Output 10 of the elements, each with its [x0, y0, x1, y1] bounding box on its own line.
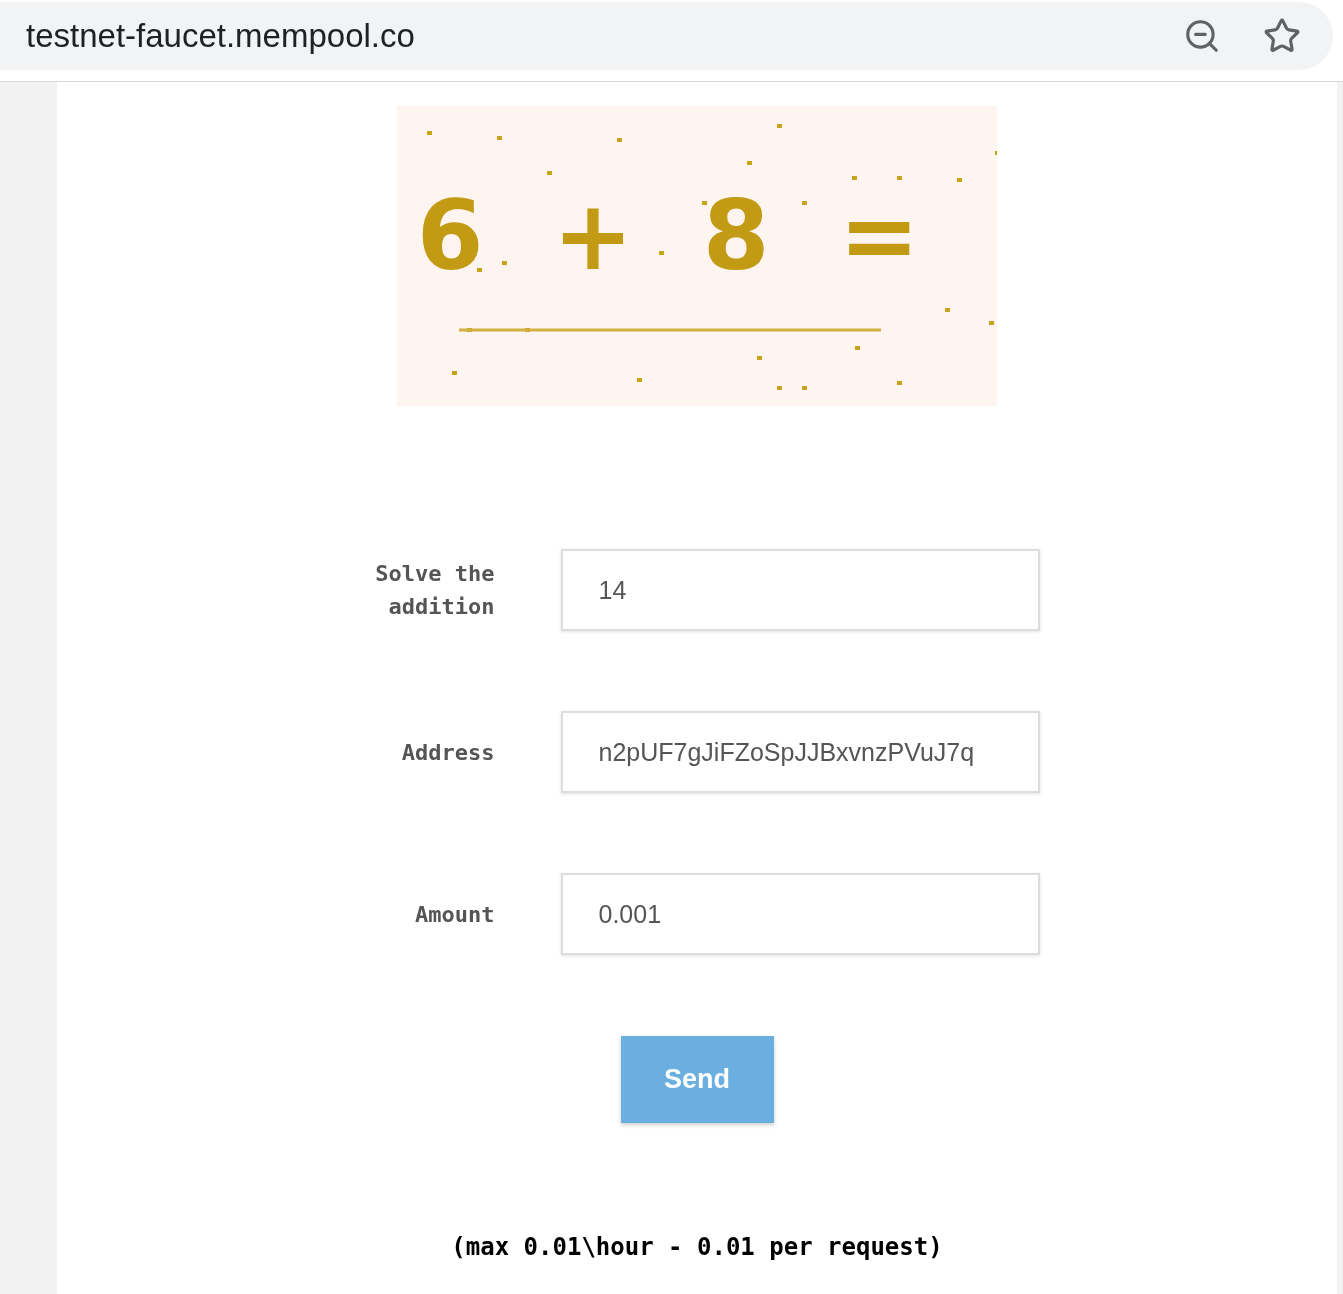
zoom-out-icon[interactable] — [1183, 17, 1221, 55]
field-label: Address — [400, 738, 495, 767]
limit-note: (max 0.01\hour - 0.01 per request) — [451, 1232, 943, 1263]
bookmark-star-icon[interactable] — [1263, 17, 1301, 55]
field-label: Solve the addition — [374, 560, 495, 621]
field-label: Amount — [414, 900, 495, 929]
captcha-text: 6 + 8 = — [416, 179, 938, 294]
text-input[interactable]: 0.001 — [560, 873, 1040, 955]
text-input[interactable]: n2pUF7gJiFZoSpJJBxvnzPVuJ7q — [560, 711, 1040, 793]
text-input[interactable]: 14 — [560, 549, 1040, 631]
